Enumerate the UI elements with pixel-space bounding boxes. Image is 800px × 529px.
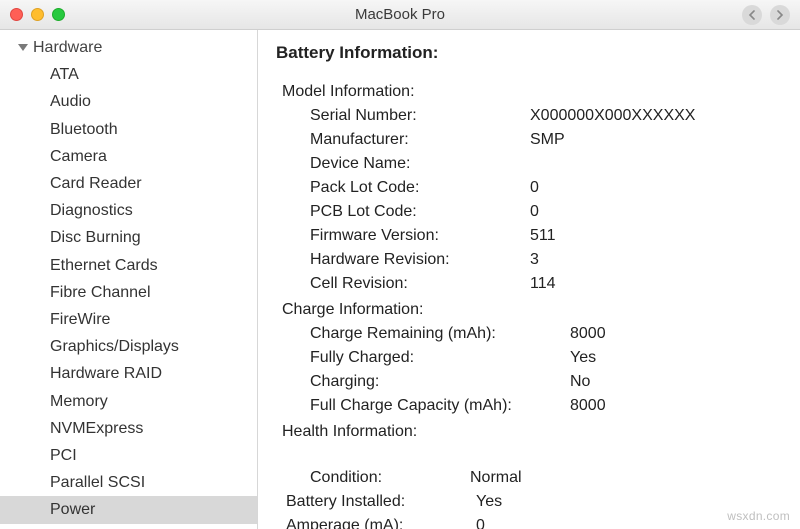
charge-information-header: Charge Information: bbox=[276, 298, 786, 322]
row-fully-charged: Fully Charged:Yes bbox=[276, 346, 786, 370]
value-charging: No bbox=[570, 370, 786, 394]
sidebar-item-graphics-displays[interactable]: Graphics/Displays bbox=[0, 333, 257, 360]
row-condition: Condition:Normal bbox=[276, 466, 786, 490]
row-pack-lot: Pack Lot Code:0 bbox=[276, 176, 786, 200]
sidebar-item-ethernet-cards[interactable]: Ethernet Cards bbox=[0, 252, 257, 279]
sidebar-item-fibre-channel[interactable]: Fibre Channel bbox=[0, 279, 257, 306]
sidebar-item-ata[interactable]: ATA bbox=[0, 61, 257, 88]
label-manufacturer: Manufacturer: bbox=[310, 128, 530, 152]
value-serial: X000000X000XXXXXX bbox=[530, 104, 786, 128]
row-pcb-lot: PCB Lot Code:0 bbox=[276, 200, 786, 224]
sidebar-item-firewire[interactable]: FireWire bbox=[0, 306, 257, 333]
sidebar-item-hardware-raid[interactable]: Hardware RAID bbox=[0, 360, 257, 387]
row-serial: Serial Number:X000000X000XXXXXX bbox=[276, 104, 786, 128]
sidebar-category-hardware[interactable]: Hardware bbox=[0, 34, 257, 61]
sidebar-item-disc-burning[interactable]: Disc Burning bbox=[0, 224, 257, 251]
value-manufacturer: SMP bbox=[530, 128, 786, 152]
sidebar-item-memory[interactable]: Memory bbox=[0, 388, 257, 415]
sidebar-item-audio[interactable]: Audio bbox=[0, 88, 257, 115]
row-device-name: Device Name: bbox=[276, 152, 786, 176]
sidebar-item-pci[interactable]: PCI bbox=[0, 442, 257, 469]
sidebar[interactable]: Hardware ATAAudioBluetoothCameraCard Rea… bbox=[0, 30, 258, 529]
row-charging: Charging:No bbox=[276, 370, 786, 394]
nav-forward-button[interactable] bbox=[770, 5, 790, 25]
value-charge-remaining: 8000 bbox=[570, 322, 786, 346]
sidebar-item-card-reader[interactable]: Card Reader bbox=[0, 170, 257, 197]
sidebar-item-bluetooth[interactable]: Bluetooth bbox=[0, 116, 257, 143]
chevron-right-icon bbox=[776, 10, 784, 20]
row-amperage: Amperage (mA):0 bbox=[276, 514, 786, 529]
row-cell-rev: Cell Revision:114 bbox=[276, 272, 786, 296]
model-information-header: Model Information: bbox=[276, 80, 786, 104]
label-full-capacity: Full Charge Capacity (mAh): bbox=[310, 394, 570, 418]
titlebar: MacBook Pro bbox=[0, 0, 800, 30]
zoom-icon[interactable] bbox=[52, 8, 65, 21]
row-full-capacity: Full Charge Capacity (mAh):8000 bbox=[276, 394, 786, 418]
label-condition: Condition: bbox=[310, 466, 470, 490]
chevron-left-icon bbox=[748, 10, 756, 20]
nav-back-button[interactable] bbox=[742, 5, 762, 25]
value-cell-rev: 114 bbox=[530, 272, 786, 296]
row-battery-installed: Battery Installed:Yes bbox=[276, 490, 786, 514]
minimize-icon[interactable] bbox=[31, 8, 44, 21]
content-area: Hardware ATAAudioBluetoothCameraCard Rea… bbox=[0, 30, 800, 529]
label-serial: Serial Number: bbox=[310, 104, 530, 128]
sidebar-items: ATAAudioBluetoothCameraCard ReaderDiagno… bbox=[0, 61, 257, 529]
sidebar-item-camera[interactable]: Camera bbox=[0, 143, 257, 170]
row-firmware: Firmware Version:511 bbox=[276, 224, 786, 248]
window-controls bbox=[0, 8, 65, 21]
value-condition: Normal bbox=[470, 466, 786, 490]
sidebar-item-printers[interactable]: Printers bbox=[0, 524, 257, 529]
row-manufacturer: Manufacturer:SMP bbox=[276, 128, 786, 152]
label-fully-charged: Fully Charged: bbox=[310, 346, 570, 370]
label-firmware: Firmware Version: bbox=[310, 224, 530, 248]
section-title: Battery Information: bbox=[276, 40, 786, 66]
value-hw-rev: 3 bbox=[530, 248, 786, 272]
label-pcb-lot: PCB Lot Code: bbox=[310, 200, 530, 224]
value-firmware: 511 bbox=[530, 224, 786, 248]
sidebar-item-diagnostics[interactable]: Diagnostics bbox=[0, 197, 257, 224]
window-title: MacBook Pro bbox=[0, 6, 800, 23]
label-charging: Charging: bbox=[310, 370, 570, 394]
value-device-name bbox=[530, 152, 786, 176]
watermark: wsxdn.com bbox=[727, 509, 790, 523]
disclosure-triangle-icon[interactable] bbox=[18, 44, 28, 51]
close-icon[interactable] bbox=[10, 8, 23, 21]
label-cell-rev: Cell Revision: bbox=[310, 272, 530, 296]
label-device-name: Device Name: bbox=[310, 152, 530, 176]
row-charge-remaining: Charge Remaining (mAh):8000 bbox=[276, 322, 786, 346]
value-pcb-lot: 0 bbox=[530, 200, 786, 224]
detail-pane: Battery Information: Model Information: … bbox=[258, 30, 800, 529]
label-pack-lot: Pack Lot Code: bbox=[310, 176, 530, 200]
value-fully-charged: Yes bbox=[570, 346, 786, 370]
sidebar-item-parallel-scsi[interactable]: Parallel SCSI bbox=[0, 469, 257, 496]
label-charge-remaining: Charge Remaining (mAh): bbox=[310, 322, 570, 346]
nav-buttons bbox=[742, 5, 790, 25]
label-hw-rev: Hardware Revision: bbox=[310, 248, 530, 272]
sidebar-item-nvmexpress[interactable]: NVMExpress bbox=[0, 415, 257, 442]
value-full-capacity: 8000 bbox=[570, 394, 786, 418]
health-information-header: Health Information: bbox=[276, 420, 786, 444]
label-amperage: Amperage (mA): bbox=[286, 514, 476, 529]
sidebar-category-label: Hardware bbox=[33, 34, 102, 61]
row-hw-rev: Hardware Revision:3 bbox=[276, 248, 786, 272]
sidebar-item-power[interactable]: Power bbox=[0, 496, 257, 523]
label-battery-installed: Battery Installed: bbox=[286, 490, 476, 514]
value-pack-lot: 0 bbox=[530, 176, 786, 200]
